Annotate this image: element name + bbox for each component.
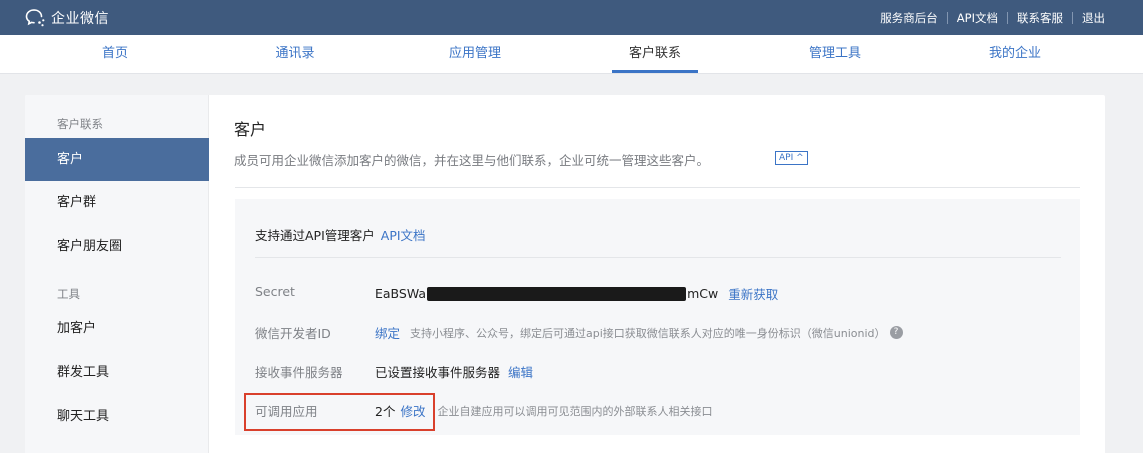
secret-suffix: mCw xyxy=(687,286,719,301)
brand-name: 企业微信 xyxy=(51,11,109,27)
top-divider xyxy=(1007,11,1008,24)
api-toggle-badge[interactable]: API ^ xyxy=(775,151,808,165)
callable-apps-hint: 企业自建应用可以调用可见范围内的外部联系人相关接口 xyxy=(437,404,713,418)
regenerate-secret-link[interactable]: 重新获取 xyxy=(728,284,778,303)
edit-event-server-link[interactable]: 编辑 xyxy=(508,362,533,381)
active-tab-indicator xyxy=(612,70,698,73)
sidebar-item-customers[interactable]: 客户 xyxy=(25,138,209,181)
sidebar-item-customer-groups[interactable]: 客户群 xyxy=(25,181,209,224)
secret-label: Secret xyxy=(255,284,295,299)
secret-redacted-mask xyxy=(427,286,687,301)
sidebar-group-tools: 工具 xyxy=(57,287,80,301)
tab-contacts[interactable]: 通讯录 xyxy=(262,35,328,74)
tab-app-management[interactable]: 应用管理 xyxy=(434,35,516,74)
api-box-heading: 支持通过API管理客户 API文档 xyxy=(255,225,426,244)
service-provider-link[interactable]: 服务商后台 xyxy=(880,10,938,26)
highlight-box xyxy=(244,393,435,431)
event-server-value: 已设置接收事件服务器 编辑 xyxy=(375,362,533,381)
page-title: 客户 xyxy=(234,120,267,139)
sidebar-item-chat-tools[interactable]: 聊天工具 xyxy=(25,395,209,438)
developer-id-hint: 支持小程序、公众号，绑定后可通过api接口获取微信联系人对应的唯一身份标识（微信… xyxy=(410,326,886,340)
top-divider xyxy=(946,11,948,24)
event-server-label: 接收事件服务器 xyxy=(255,365,343,380)
api-docs-link[interactable]: API文档 xyxy=(957,10,998,26)
secret-value: EaBSWa mCw 重新获取 xyxy=(375,284,778,303)
page-description: 成员可用企业微信添加客户的微信，并在这里与他们联系，企业可统一管理这些客户。 xyxy=(234,153,710,168)
question-mark-icon[interactable]: ? xyxy=(889,326,903,339)
developer-id-value: 绑定 支持小程序、公众号，绑定后可通过api接口获取微信联系人对应的唯一身份标识… xyxy=(375,323,903,342)
sidebar-item-moments[interactable]: 客户朋友圈 xyxy=(25,225,209,268)
sidebar: 客户联系 客户 客户群 客户朋友圈 工具 加客户 群发工具 聊天工具 xyxy=(25,95,209,453)
brand-logo[interactable]: 企业微信 xyxy=(25,7,109,29)
api-box-divider xyxy=(255,257,1061,258)
top-divider xyxy=(1072,11,1073,24)
sidebar-item-mass-messaging[interactable]: 群发工具 xyxy=(25,351,209,394)
logout-link[interactable]: 退出 xyxy=(1082,10,1105,26)
developer-id-label: 微信开发者ID xyxy=(255,326,331,341)
top-links: 服务商后台 API文档 联系客服 退出 xyxy=(880,0,1105,35)
event-server-status: 已设置接收事件服务器 xyxy=(375,365,501,380)
main-panel: 客户联系 客户 客户群 客户朋友圈 工具 加客户 群发工具 聊天工具 客户 成员… xyxy=(25,95,1105,453)
api-docs-inline-link[interactable]: API文档 xyxy=(381,228,426,243)
section-divider xyxy=(235,187,1080,188)
tab-home[interactable]: 首页 xyxy=(88,35,142,74)
top-bar: 企业微信 服务商后台 API文档 联系客服 退出 xyxy=(0,0,1143,35)
secret-prefix: EaBSWa xyxy=(375,286,427,301)
wecom-logo-icon xyxy=(25,8,47,28)
sidebar-group-customer-contact: 客户联系 xyxy=(57,117,103,131)
api-box-heading-text: 支持通过API管理客户 xyxy=(255,228,375,243)
bind-developer-id-link[interactable]: 绑定 xyxy=(375,323,400,342)
sidebar-item-add-customer[interactable]: 加客户 xyxy=(25,307,209,350)
tab-my-enterprise[interactable]: 我的企业 xyxy=(974,35,1056,74)
tab-management-tools[interactable]: 管理工具 xyxy=(794,35,876,74)
tab-customer-contact[interactable]: 客户联系 xyxy=(612,35,698,74)
contact-support-link[interactable]: 联系客服 xyxy=(1017,10,1063,26)
main-nav: 首页 通讯录 应用管理 客户联系 管理工具 我的企业 xyxy=(0,35,1143,74)
